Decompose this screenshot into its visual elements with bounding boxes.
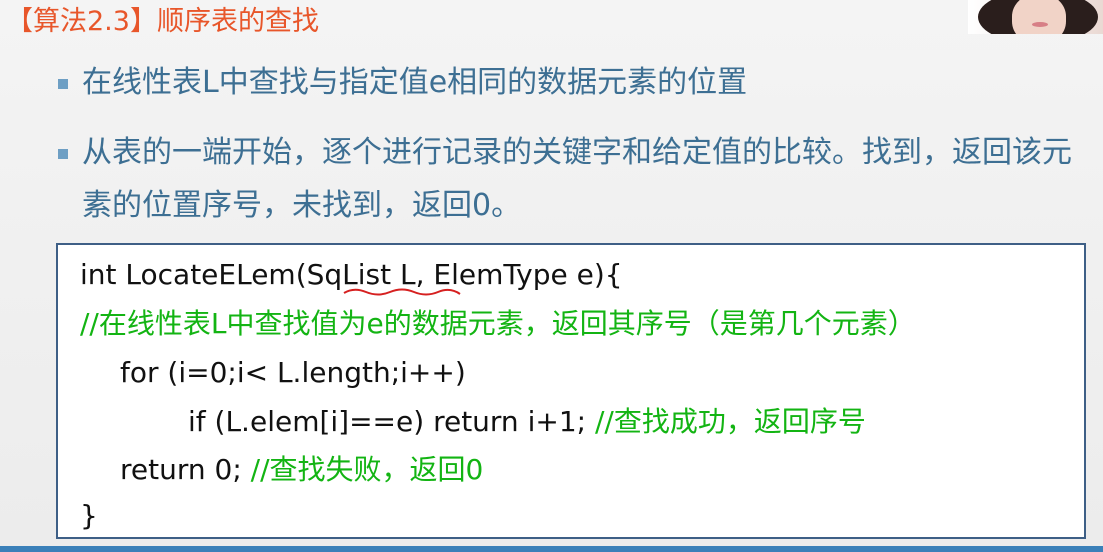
bullet-text: 从表的一端开始，逐个进行记录的关键字和给定值的比较。找到，返回该元素的位置序号，… (82, 135, 1072, 223)
bottom-accent-bar (0, 546, 1103, 552)
code-text: if (L.elem[i]==e) return i+1; (188, 405, 595, 438)
bullet-item: 在线性表L中查找与指定值e相同的数据元素的位置 (58, 56, 1098, 109)
slide-title: 【算法2.3】顺序表的查找 (6, 6, 319, 37)
bullet-item: 从表的一端开始，逐个进行记录的关键字和给定值的比较。找到，返回该元素的位置序号，… (58, 126, 1098, 236)
code-line-closing-brace: } (80, 499, 98, 532)
code-line-if-return: if (L.elem[i]==e) return i+1; //查找成功，返回序… (188, 404, 866, 440)
code-block: int LocateELem(SqList L, ElemType e){ //… (56, 243, 1086, 539)
bullet-square-icon (58, 79, 68, 89)
code-line-for-loop: for (i=0;i< L.length;i++) (120, 356, 466, 389)
code-line-comment: //在线性表L中查找值为e的数据元素，返回其序号（是第几个元素） (80, 307, 916, 340)
code-line-return-zero: return 0; //查找失败，返回0 (120, 452, 483, 488)
code-comment: //查找成功，返回序号 (594, 405, 866, 438)
webcam-overlay (968, 0, 1103, 34)
bullet-text: 在线性表L中查找与指定值e相同的数据元素的位置 (82, 65, 748, 100)
code-line-signature: int LocateELem(SqList L, ElemType e){ (80, 258, 623, 291)
bullet-square-icon (58, 149, 68, 159)
presenter-mouth (1032, 22, 1048, 27)
code-comment: //查找失败，返回0 (250, 453, 484, 486)
presenter-face (1012, 0, 1066, 34)
code-text: return 0; (120, 453, 251, 486)
